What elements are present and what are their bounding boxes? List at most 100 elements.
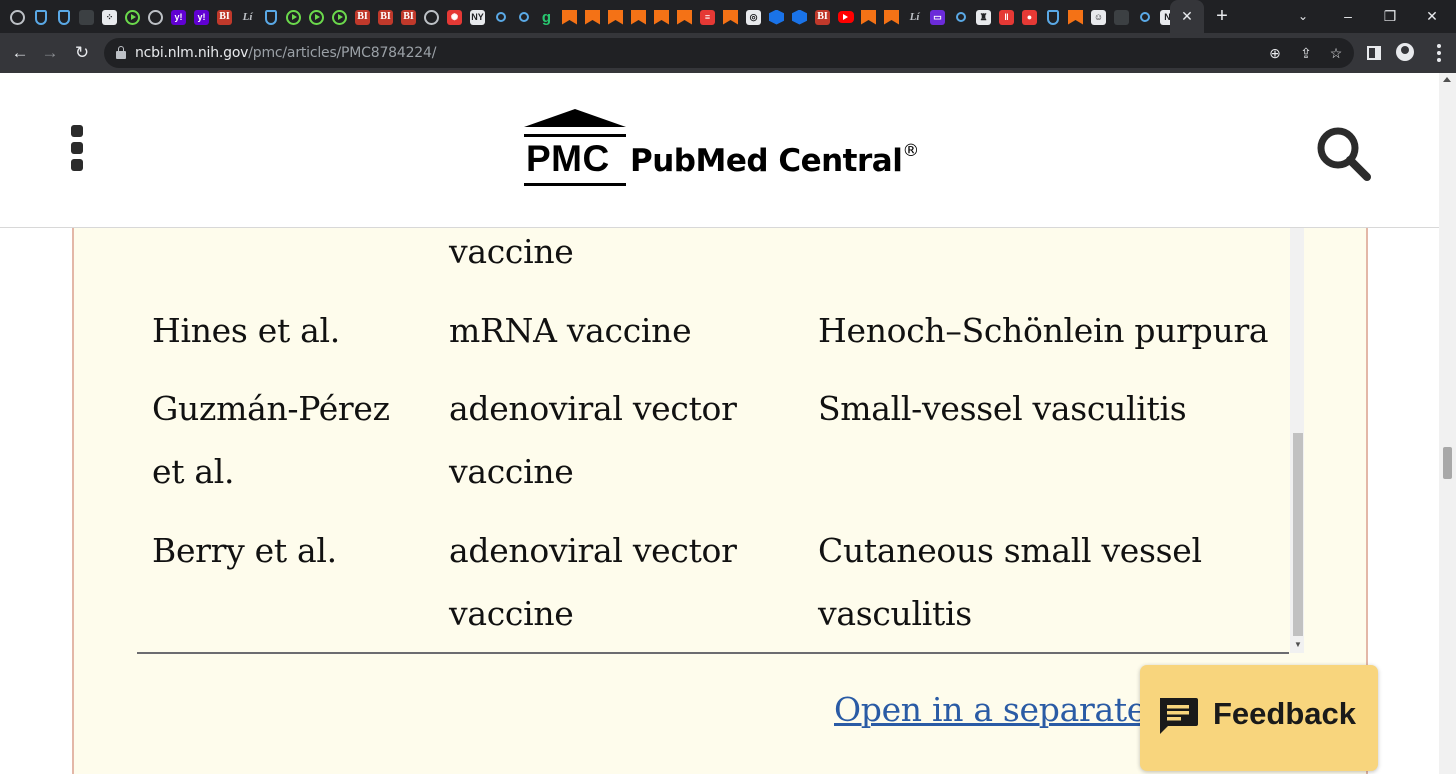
pinned-tab[interactable]: BI	[374, 5, 397, 29]
pinned-tab[interactable]: ♜	[972, 5, 995, 29]
table-scrollbar-thumb[interactable]	[1293, 433, 1303, 636]
pinned-tab[interactable]: ✺	[443, 5, 466, 29]
pinned-tab[interactable]	[558, 5, 581, 29]
pinned-tab[interactable]: y!	[190, 5, 213, 29]
pinned-tab[interactable]: BI	[213, 5, 236, 29]
pinned-tab[interactable]	[1064, 5, 1087, 29]
logo-rule-bottom	[524, 183, 626, 186]
forward-button[interactable]: →	[38, 41, 62, 65]
side-panel-icon[interactable]	[1362, 41, 1386, 65]
table-scroll-down-arrow-icon[interactable]: ▼	[1293, 640, 1303, 650]
bookmark-star-icon[interactable]: ☆	[1326, 43, 1346, 63]
shield-icon	[1046, 9, 1059, 25]
share-icon[interactable]: ⇪	[1296, 43, 1316, 63]
flag-stripes-icon: ≡	[700, 9, 715, 25]
site-header: PMC PubMed Central®	[0, 73, 1439, 228]
bookmark-flag-icon	[654, 9, 669, 25]
page-scrollbar-thumb[interactable]	[1443, 447, 1452, 479]
pinned-tab[interactable]: g	[535, 5, 558, 29]
pinned-tab[interactable]	[1110, 5, 1133, 29]
pinned-tab[interactable]: ▭	[926, 5, 949, 29]
shield-icon	[264, 9, 277, 25]
pinned-tab[interactable]	[765, 5, 788, 29]
pinned-tab[interactable]: Lí	[236, 5, 259, 29]
url-text[interactable]: ncbi.nlm.nih.gov/pmc/articles/PMC8784224…	[135, 45, 436, 61]
table-bottom-rule	[137, 652, 1289, 654]
lock-icon[interactable]	[116, 46, 126, 59]
pinned-tab[interactable]: ‖	[995, 5, 1018, 29]
pmc-logo[interactable]: PMC PubMed Central®	[524, 109, 924, 189]
pinned-tab[interactable]	[121, 5, 144, 29]
pinned-tab[interactable]	[1041, 5, 1064, 29]
grammarly-icon: g	[541, 8, 552, 26]
reload-button[interactable]: ↻	[70, 41, 94, 65]
pinned-tab[interactable]: ●	[1018, 5, 1041, 29]
feedback-chat-icon	[1160, 698, 1198, 734]
scroll-up-arrow-icon[interactable]	[1443, 77, 1451, 82]
pinned-tab[interactable]	[144, 5, 167, 29]
menu-icon[interactable]	[71, 125, 83, 171]
minimize-button[interactable]: –	[1330, 3, 1366, 29]
pinned-tab[interactable]	[489, 5, 512, 29]
bookmark-icon	[1114, 9, 1129, 25]
search-icon	[955, 12, 966, 22]
pinned-tab[interactable]	[581, 5, 604, 29]
pinned-tab[interactable]	[1133, 5, 1156, 29]
pinned-tab[interactable]	[880, 5, 903, 29]
pinned-tab[interactable]	[282, 5, 305, 29]
new-tab-button[interactable]: +	[1210, 5, 1234, 29]
pinned-tab[interactable]	[673, 5, 696, 29]
browser-menu-icon[interactable]	[1437, 44, 1441, 62]
seal-icon: ◎	[746, 9, 761, 25]
pinned-tab[interactable]	[949, 5, 972, 29]
pinned-tab[interactable]	[29, 5, 52, 29]
pinned-tab[interactable]: ≡	[696, 5, 719, 29]
pinned-tab[interactable]	[788, 5, 811, 29]
pinned-tab[interactable]	[420, 5, 443, 29]
pinned-tab[interactable]	[512, 5, 535, 29]
pinned-tab[interactable]	[328, 5, 351, 29]
pinned-tab[interactable]	[719, 5, 742, 29]
table-cell-author: Guzmán-Pérez	[152, 389, 390, 428]
bookmark-flag-icon	[723, 9, 738, 25]
bookmark-flag-icon	[608, 9, 623, 25]
pinned-tab[interactable]: ☺	[1087, 5, 1110, 29]
pinned-tab[interactable]	[6, 5, 29, 29]
pinned-tab[interactable]	[650, 5, 673, 29]
profile-avatar-icon[interactable]	[1396, 43, 1414, 61]
pinned-tab[interactable]	[604, 5, 627, 29]
pinned-tab[interactable]: BI	[397, 5, 420, 29]
shield-icon	[57, 9, 70, 25]
back-button[interactable]: ←	[8, 41, 32, 65]
pinned-tab[interactable]	[627, 5, 650, 29]
pinned-tab[interactable]	[857, 5, 880, 29]
pinned-tab[interactable]: ⁘	[98, 5, 121, 29]
zoom-icon[interactable]: ⊕	[1265, 43, 1285, 63]
search-icon[interactable]	[1315, 125, 1373, 183]
pinned-tab[interactable]: Lí	[903, 5, 926, 29]
tab-search-chevron-icon[interactable]: ⌄	[1293, 6, 1313, 26]
pinned-tab[interactable]: y!	[167, 5, 190, 29]
pinned-tab[interactable]	[52, 5, 75, 29]
pinned-tab[interactable]	[75, 5, 98, 29]
active-tab[interactable]: ✕	[1170, 0, 1204, 33]
pinned-tab[interactable]: BI	[351, 5, 374, 29]
page-scrollbar[interactable]	[1439, 73, 1456, 774]
yahoo-icon: y!	[171, 9, 186, 25]
pinned-tab[interactable]	[259, 5, 282, 29]
feedback-button[interactable]: Feedback	[1140, 665, 1378, 771]
pinned-tab[interactable]	[834, 5, 857, 29]
pinned-tab[interactable]: NY	[466, 5, 489, 29]
pinned-tab[interactable]: BI	[811, 5, 834, 29]
pinned-tab[interactable]: ◎	[742, 5, 765, 29]
close-window-button[interactable]: ✕	[1414, 3, 1450, 29]
business-insider-icon: BI	[401, 9, 416, 25]
address-bar[interactable]: ncbi.nlm.nih.gov/pmc/articles/PMC8784224…	[104, 38, 1354, 68]
url-path: /pmc/articles/PMC8784224/	[248, 45, 437, 61]
youtube-icon	[837, 11, 854, 23]
pinned-tab[interactable]	[305, 5, 328, 29]
restore-button[interactable]: ❐	[1372, 3, 1408, 29]
tab-strip: ⁘y!y!BILíBIBIBI✺NYg≡◎BILí▭♜‖●☺N✉ ✕ + ⌄ –…	[0, 0, 1456, 33]
logo-name-text: PubMed Central	[630, 143, 903, 179]
close-tab-icon[interactable]: ✕	[1181, 8, 1193, 25]
